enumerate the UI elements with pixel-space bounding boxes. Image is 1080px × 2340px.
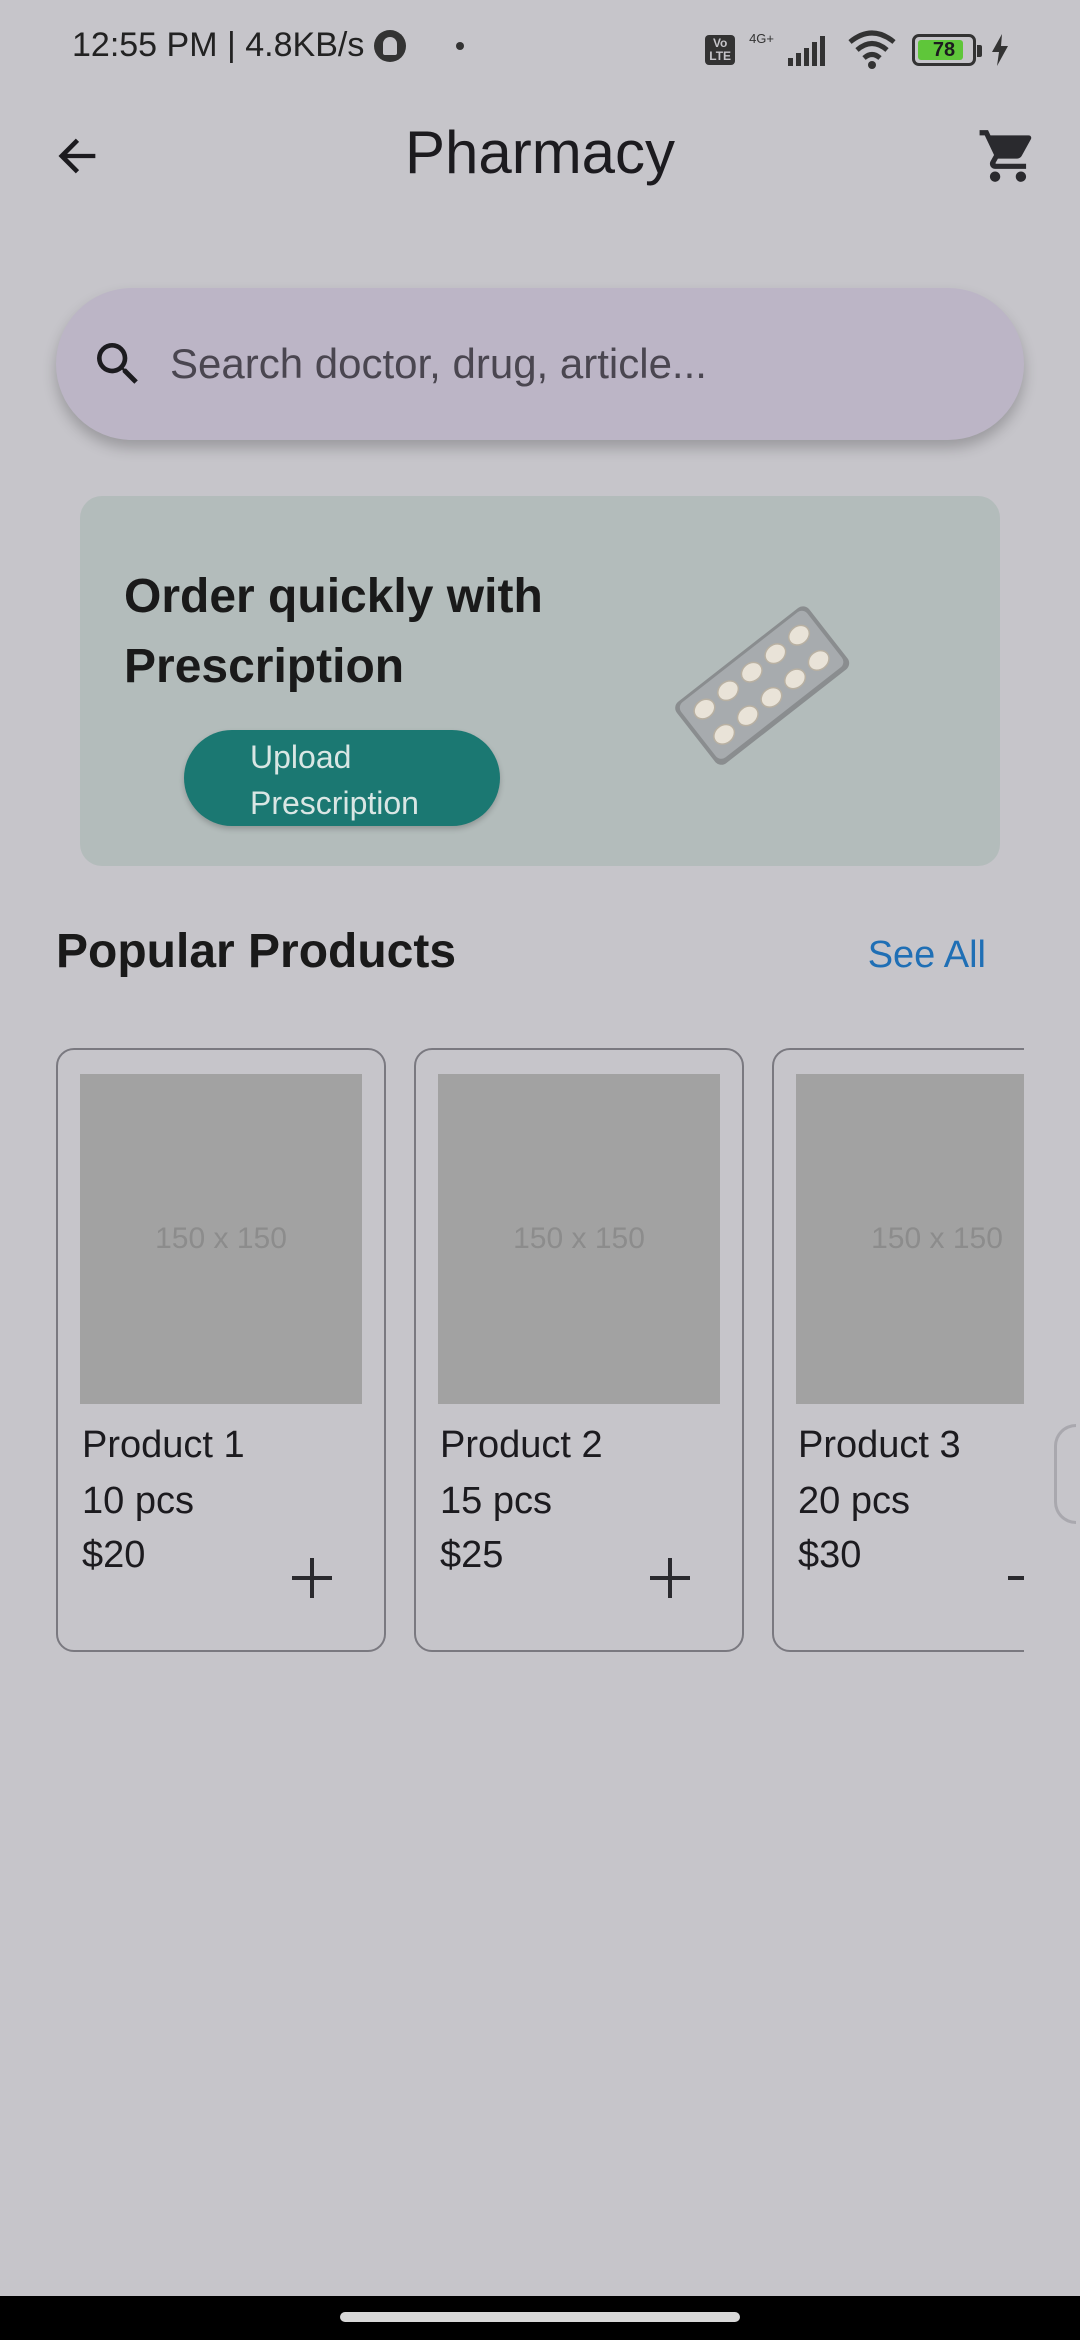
battery-icon: 78 <box>912 34 982 66</box>
upload-prescription-button[interactable]: Upload Prescription <box>184 730 500 826</box>
home-indicator[interactable] <box>340 2312 740 2322</box>
notification-app-icon <box>374 29 407 62</box>
product-image: 150 x 150 <box>80 1074 362 1404</box>
product-name: Product 1 <box>82 1424 245 1466</box>
status-right: Vo LTE 4G+ 78 <box>705 30 1010 70</box>
add-to-cart-button[interactable] <box>642 1550 698 1606</box>
product-card[interactable]: 150 x 150 Product 1 10 pcs $20 <box>56 1048 386 1652</box>
see-all-link[interactable]: See All <box>868 934 986 977</box>
edge-swipe-handle[interactable] <box>1054 1424 1076 1524</box>
cart-button[interactable] <box>972 120 1044 192</box>
battery-level: 78 <box>932 38 956 61</box>
search-icon <box>82 328 154 400</box>
product-name: Product 2 <box>440 1424 603 1466</box>
wifi-icon <box>848 30 896 69</box>
section-title: Popular Products <box>56 925 457 978</box>
plus-icon <box>1008 1576 1024 1580</box>
product-list[interactable]: 150 x 150 Product 1 10 pcs $20 150 x 150… <box>56 1048 1024 1654</box>
search-bar[interactable] <box>56 288 1024 440</box>
product-price: $25 <box>440 1534 504 1576</box>
product-quantity: 20 pcs <box>798 1480 910 1522</box>
status-left: 12:55 PM | 4.8KB/s <box>72 26 465 65</box>
network-type-label: 4G+ <box>749 30 774 46</box>
add-to-cart-button[interactable] <box>1000 1550 1024 1606</box>
add-to-cart-button[interactable] <box>284 1550 340 1606</box>
system-nav-bar <box>0 2296 1080 2340</box>
status-bar: 12:55 PM | 4.8KB/s Vo LTE 4G+ 78 <box>0 0 1080 96</box>
shopping-cart-icon <box>979 130 1032 182</box>
pill-blister-icon <box>675 606 850 765</box>
volte-icon: Vo LTE <box>705 35 736 65</box>
banner-title: Order quickly with Prescription <box>124 570 543 693</box>
product-image: 150 x 150 <box>796 1074 1024 1404</box>
charging-icon <box>992 34 1008 66</box>
product-image: 150 x 150 <box>438 1074 720 1404</box>
product-card[interactable]: 150 x 150 Product 3 20 pcs $30 <box>772 1048 1024 1652</box>
pharmacy-screen: 12:55 PM | 4.8KB/s Vo LTE 4G+ 78 Pharmac… <box>0 0 1080 2340</box>
product-quantity: 10 pcs <box>82 1480 194 1522</box>
search-input[interactable] <box>170 340 990 388</box>
plus-icon <box>292 1558 332 1598</box>
product-price: $30 <box>798 1534 862 1576</box>
product-card[interactable]: 150 x 150 Product 2 15 pcs $25 <box>414 1048 744 1652</box>
product-price: $20 <box>82 1534 146 1576</box>
product-name: Product 3 <box>798 1424 961 1466</box>
plus-icon <box>650 1558 690 1598</box>
page-title: Pharmacy <box>404 119 676 186</box>
app-bar: Pharmacy <box>0 96 1080 216</box>
status-time-speed: 12:55 PM | 4.8KB/s <box>72 26 365 64</box>
prescription-banner: Order quickly with Prescription Upload P… <box>80 496 1000 866</box>
signal-icon <box>788 36 825 66</box>
notification-dot-icon <box>456 41 465 50</box>
product-quantity: 15 pcs <box>440 1480 552 1522</box>
